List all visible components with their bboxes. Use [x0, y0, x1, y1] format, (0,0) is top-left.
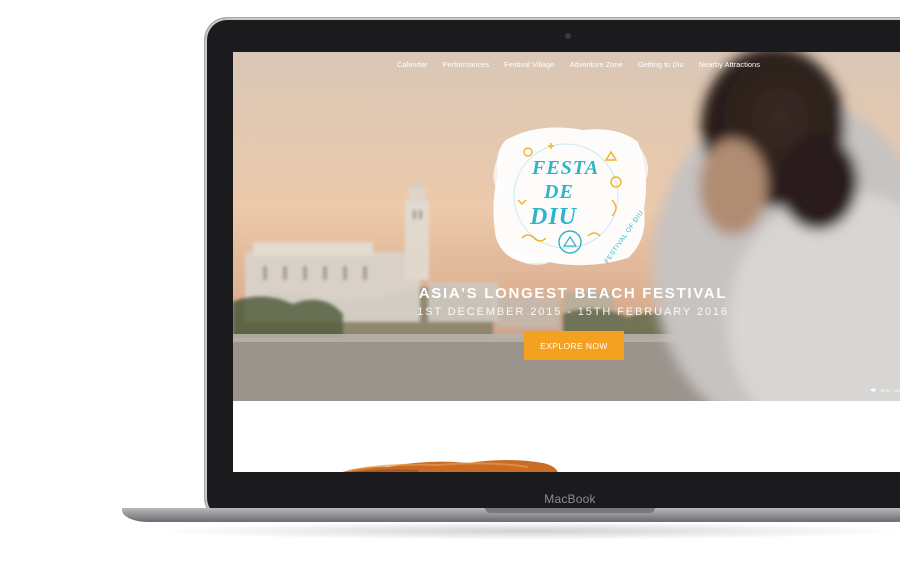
logo-text-line1: FESTA [531, 157, 599, 179]
mute-toggle[interactable]: Mute / Un [871, 387, 900, 393]
nav-item-performances[interactable]: Performances [442, 60, 489, 69]
logo-text-line2: DE [543, 181, 574, 203]
laptop-shadow [150, 522, 900, 540]
hero-section: Calendar Performances Festival Village A… [233, 52, 900, 401]
laptop-brand-label: MacBook [544, 492, 596, 506]
nav-item-getting-to-diu[interactable]: Getting to Diu [638, 60, 684, 69]
section-brush-banner [342, 460, 558, 472]
nav-item-festival-village[interactable]: Festival Village [504, 60, 554, 69]
logo-text-line3: DIU [529, 204, 578, 230]
hero-dates: 1ST DECEMBER 2015 - 15TH FEBRUARY 2016 [417, 306, 729, 318]
laptop-hinge-notch [485, 508, 655, 513]
speaker-icon [871, 387, 877, 393]
logo-graphic: FESTA DE DIU FESTIVAL OF DIU [493, 127, 649, 266]
nav-item-adventure-zone[interactable]: Adventure Zone [569, 60, 622, 69]
nav-item-calendar[interactable]: Calendar [397, 60, 427, 69]
festival-logo[interactable]: FESTA DE DIU FESTIVAL OF DIU [488, 120, 653, 270]
explore-now-button[interactable]: EXPLORE NOW [524, 331, 624, 360]
main-nav: Calendar Performances Festival Village A… [397, 60, 760, 69]
nav-item-nearby-attractions[interactable]: Nearby Attractions [699, 60, 760, 69]
browser-screen: Calendar Performances Festival Village A… [233, 52, 900, 472]
mute-label: Mute / Un [880, 387, 900, 393]
hero-headline: ASIA'S LONGEST BEACH FESTIVAL [418, 285, 728, 302]
camera-icon [565, 33, 571, 39]
